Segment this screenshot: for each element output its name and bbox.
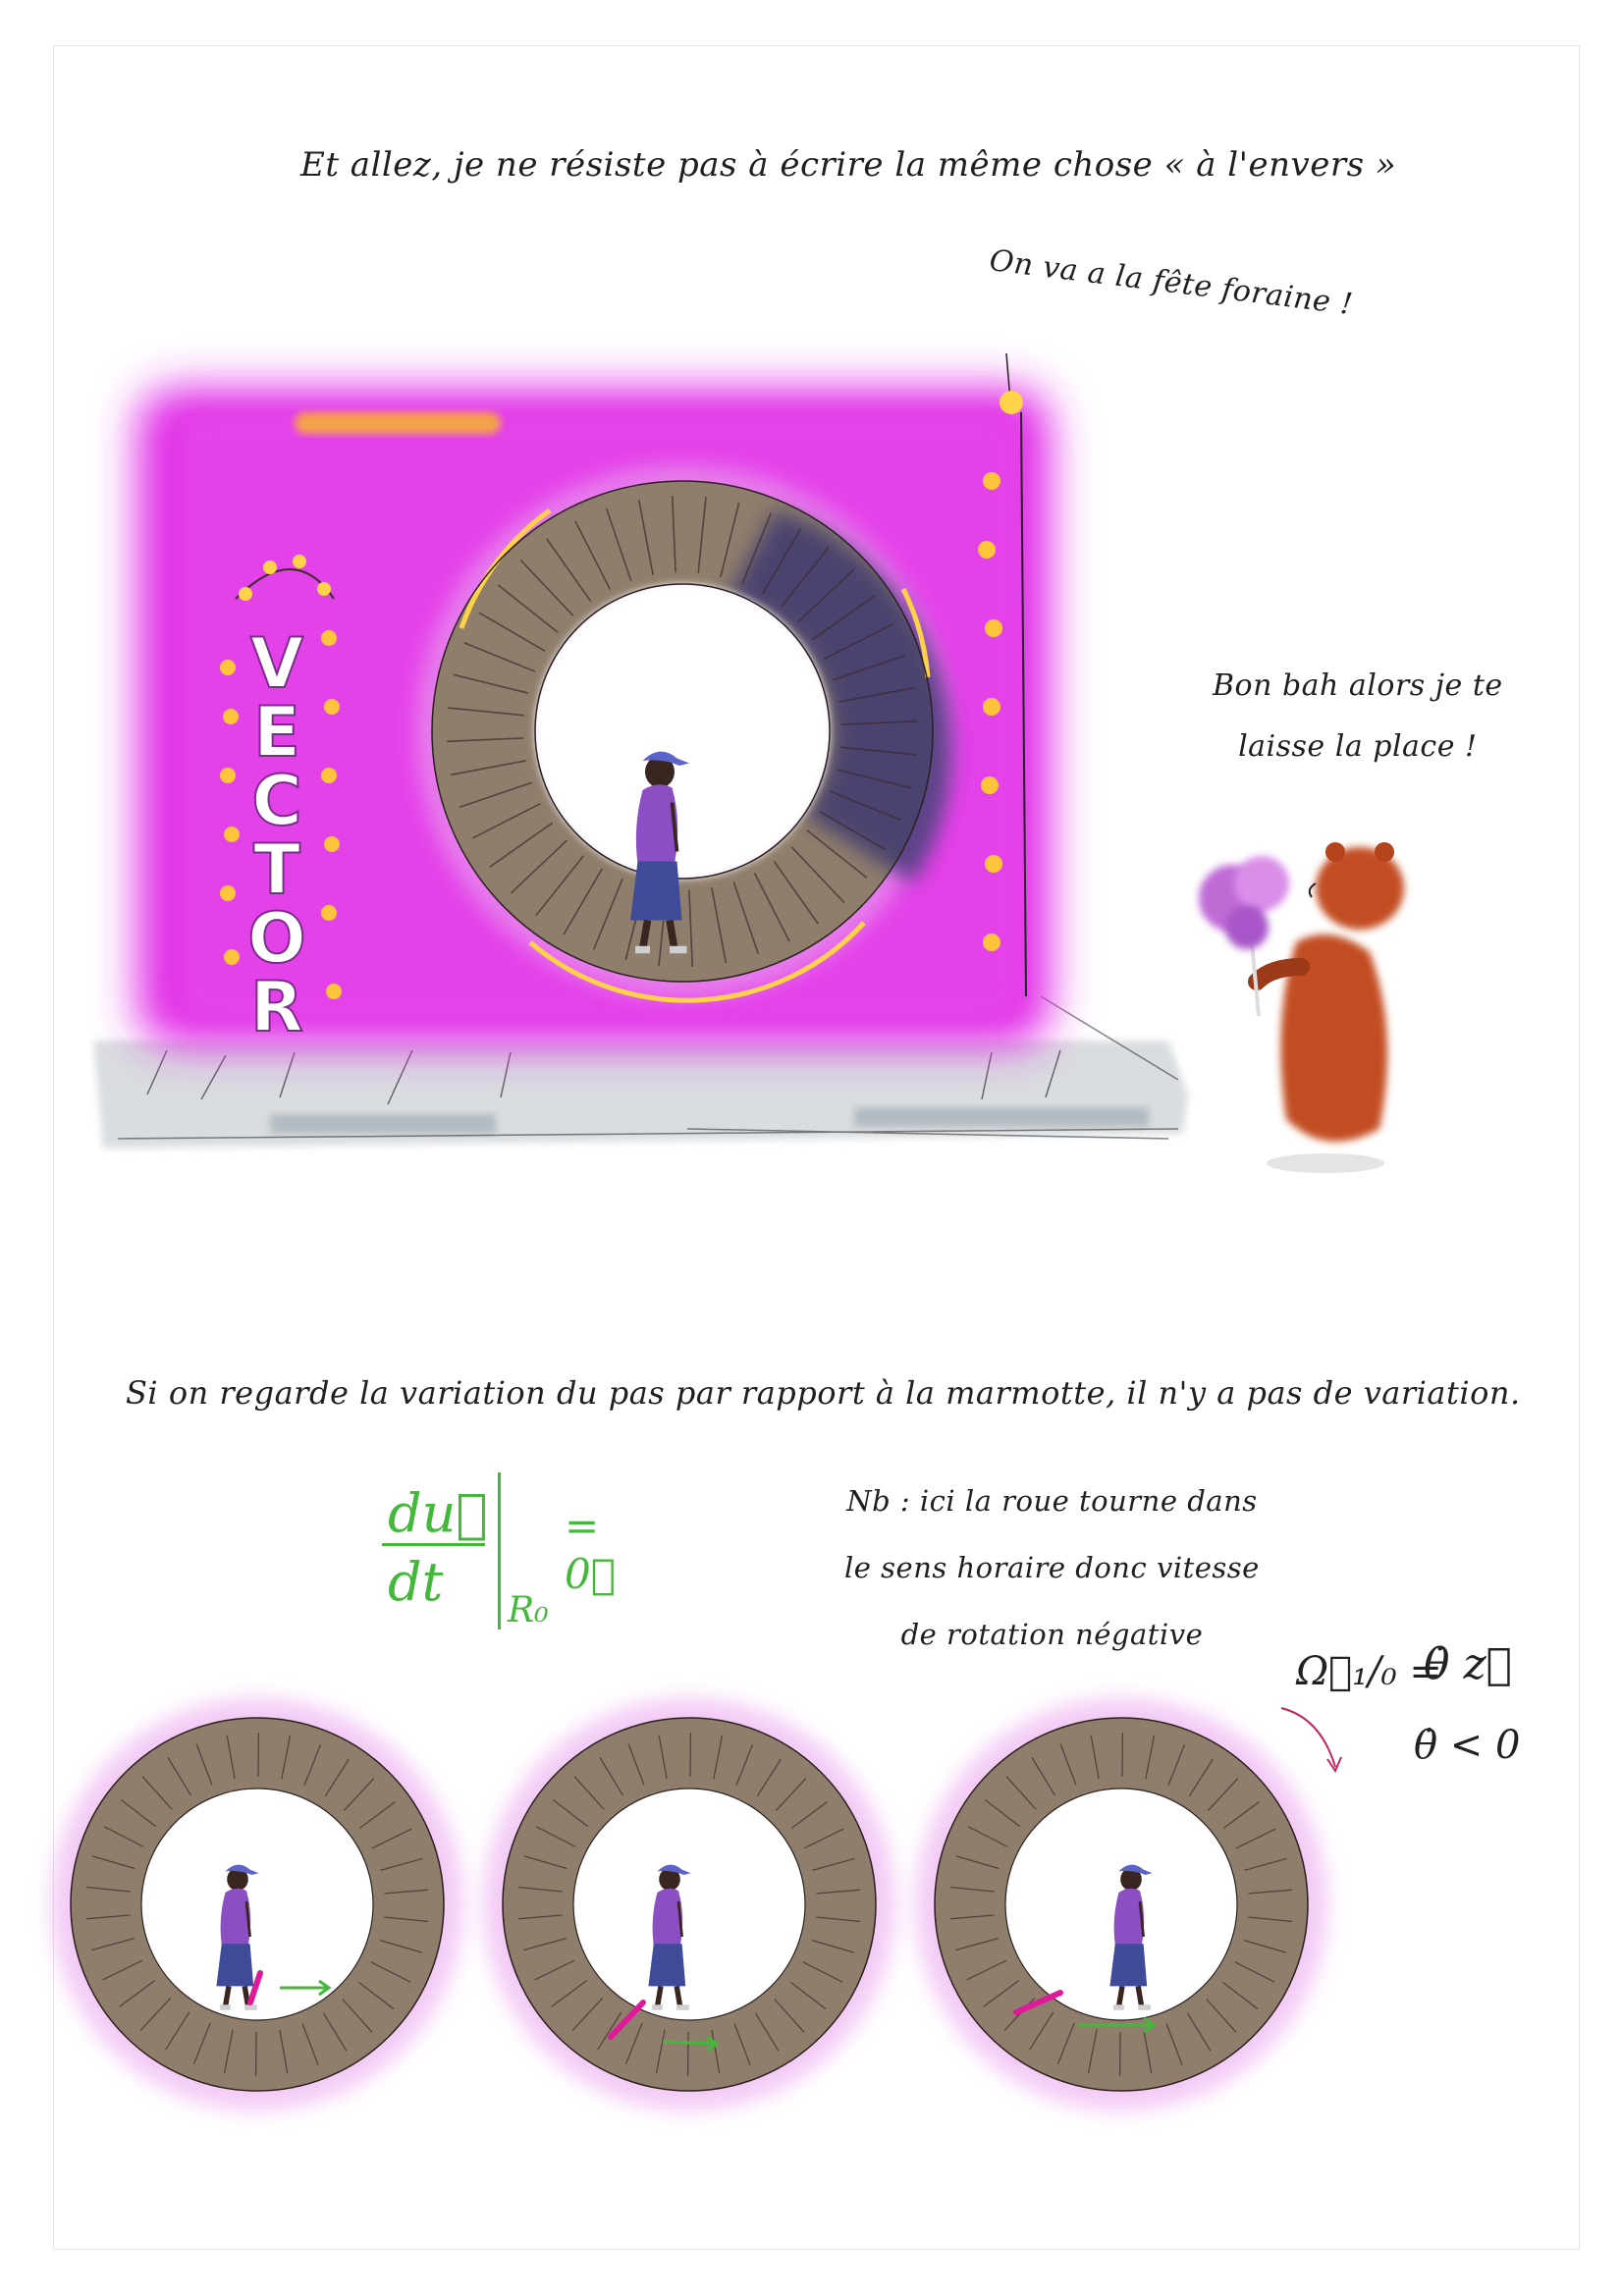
- svg-text:VECTOR: VECTOR: [247, 623, 306, 1047]
- illustration-layer: VECTOR: [51, 352, 1404, 2110]
- curved-arrow: [1280, 1707, 1336, 1768]
- bear-with-cotton-candy: [1199, 842, 1404, 1173]
- small-wheel: [483, 1698, 895, 2110]
- small-wheel: [51, 1698, 463, 2110]
- green-vector: [662, 2040, 718, 2046]
- wheel-hub: [572, 1788, 806, 2021]
- small-wheel: [915, 1698, 1327, 2110]
- sign-letter: R: [250, 967, 303, 1047]
- vector-sign: VECTOR: [246, 622, 307, 1048]
- wheel-sequence: [51, 1698, 1327, 2110]
